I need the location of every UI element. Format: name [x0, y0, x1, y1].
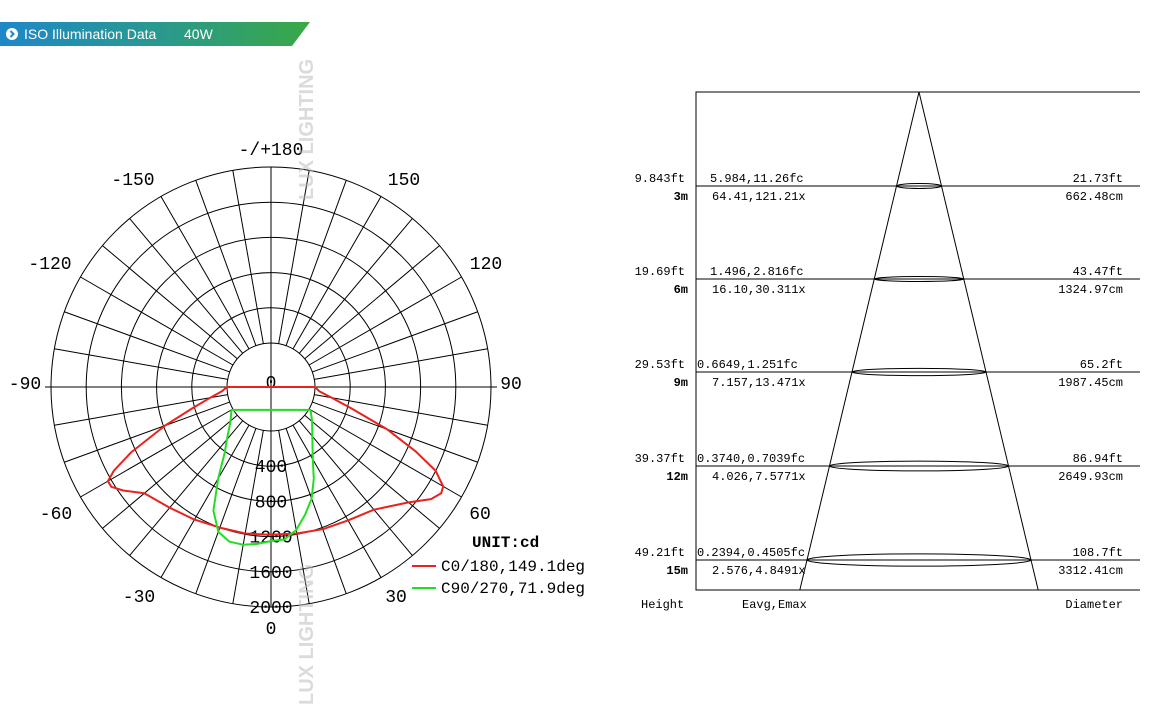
diameter-ft-label: 43.47ft [1073, 265, 1123, 279]
height-ft-label: 19.69ft [635, 265, 685, 279]
eavg-fc-label: 0.3740,0.7039fc [697, 452, 805, 466]
eavg-lx-label: 64.41,121.21x [712, 190, 806, 204]
polar-angle-label: -90 [9, 375, 41, 395]
polar-spoke [312, 401, 478, 463]
eavg-fc-label: 1.496,2.816fc [710, 265, 804, 279]
polar-angle-label: -60 [40, 505, 72, 525]
polar-spoke [54, 348, 228, 380]
cone-right-edge [918, 91, 1039, 591]
polar-spoke [285, 180, 347, 346]
polar-radial-label: 1600 [249, 564, 292, 584]
polar-spoke [298, 218, 413, 354]
cone-frame [695, 91, 1140, 591]
column-label-eavg: Eavg,Emax [742, 598, 807, 612]
polar-angle-label: 150 [388, 171, 420, 191]
polar-spoke [54, 394, 228, 426]
height-m-label: 6m [674, 283, 688, 297]
column-label-diameter: Diameter [1065, 598, 1123, 612]
polar-radial-label: 800 [255, 493, 287, 513]
eavg-fc-label: 0.2394,0.4505fc [697, 546, 805, 560]
polar-spoke [304, 245, 440, 360]
diameter-ft-label: 21.73ft [1073, 172, 1123, 186]
illuminance-cone-chart: 9.843ft 3m 5.984,11.26fc 64.41,121.21x 21.73… [635, 91, 1140, 612]
polar-unit-label: UNIT:cd [472, 534, 539, 552]
polar-radial-label: 400 [255, 458, 287, 478]
eavg-lx-label: 16.10,30.311x [712, 283, 806, 297]
diameter-ft-label: 108.7ft [1073, 546, 1123, 560]
diameter-ft-label: 86.94ft [1073, 452, 1123, 466]
height-ft-label: 49.21ft [635, 546, 685, 560]
diameter-cm-label: 1987.45cm [1058, 376, 1123, 390]
legend-label: C0/180,149.1deg [441, 558, 585, 576]
diameter-cm-label: 1324.97cm [1058, 283, 1123, 297]
polar-angle-label: -120 [28, 255, 71, 275]
polar-spoke [314, 394, 488, 426]
eavg-fc-label: 5.984,11.26fc [710, 172, 804, 186]
polar-spoke [195, 180, 257, 346]
height-m-label: 15m [666, 564, 688, 578]
eavg-lx-label: 4.026,7.5771x [712, 470, 806, 484]
height-ft-label: 29.53ft [635, 358, 685, 372]
column-label-height: Height [641, 598, 684, 612]
polar-spoke [64, 401, 230, 463]
polar-radial-label: 2000 [249, 599, 292, 619]
height-ft-label: 9.843ft [635, 172, 685, 186]
diameter-cm-label: 3312.41cm [1058, 564, 1123, 578]
height-ft-label: 39.37ft [635, 452, 685, 466]
polar-spoke [102, 414, 238, 529]
eavg-lx-label: 2.576,4.8491x [712, 564, 806, 578]
polar-angle-label: 120 [470, 255, 502, 275]
eavg-lx-label: 7.157,13.471x [712, 376, 806, 390]
cone-left-edge [799, 91, 920, 591]
polar-angle-label: -/+180 [239, 141, 304, 161]
polar-spoke [312, 311, 478, 373]
polar-spoke [314, 348, 488, 380]
polar-spoke [129, 218, 244, 354]
polar-spoke [232, 170, 264, 344]
watermark-upper: LUX LIGHTING [296, 58, 318, 200]
watermark-lower: LUX LIGHTING [296, 563, 318, 705]
polar-radial-label: 0 [266, 374, 277, 394]
height-m-label: 9m [674, 376, 688, 390]
polar-angle-label: -30 [123, 588, 155, 608]
diameter-cm-label: 662.48cm [1065, 190, 1123, 204]
eavg-fc-label: 0.6649,1.251fc [697, 358, 798, 372]
height-m-label: 3m [674, 190, 688, 204]
polar-angle-label: 90 [500, 375, 522, 395]
diameter-ft-label: 65.2ft [1080, 358, 1123, 372]
polar-spoke [64, 311, 230, 373]
polar-spoke [298, 420, 413, 556]
polar-angle-label: 0 [266, 620, 277, 640]
legend-label: C90/270,71.9deg [441, 580, 585, 598]
polar-angle-label: -150 [111, 171, 154, 191]
polar-spoke [195, 428, 257, 594]
polar-angle-label: 30 [385, 588, 407, 608]
diameter-cm-label: 2649.93cm [1058, 470, 1123, 484]
height-m-label: 12m [666, 470, 688, 484]
polar-spoke [102, 245, 238, 360]
polar-angle-label: 60 [469, 505, 491, 525]
